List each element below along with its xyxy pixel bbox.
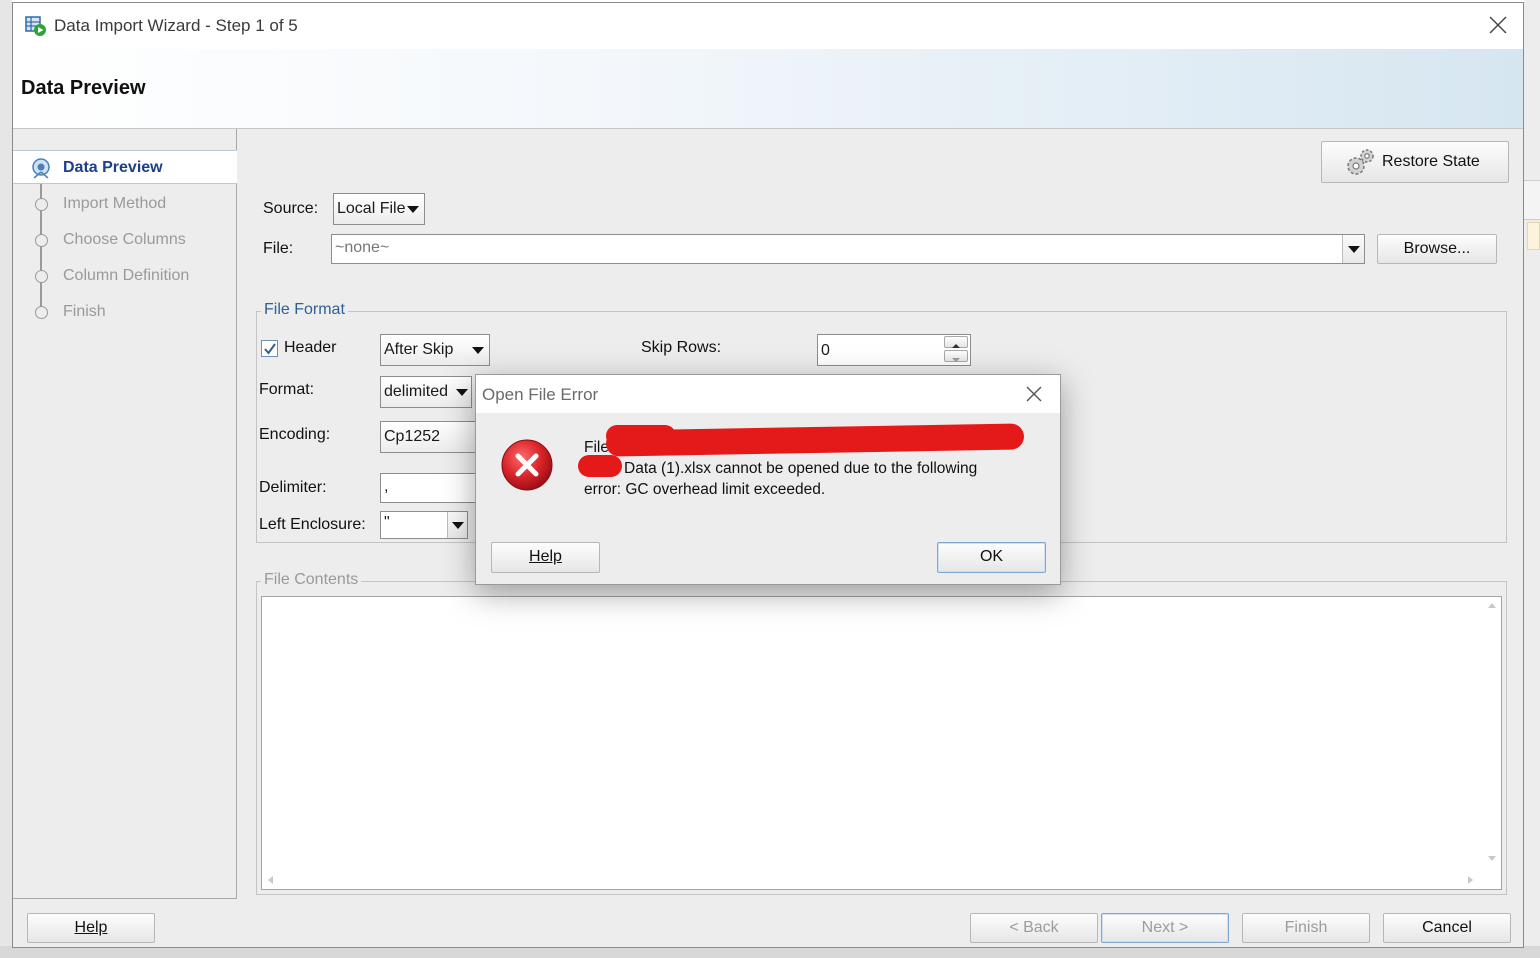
close-icon[interactable] — [1024, 384, 1044, 404]
step-node-icon — [35, 234, 48, 247]
source-label: Source: — [263, 200, 319, 217]
source-select[interactable]: Local File — [333, 193, 425, 225]
nav-step-label: Import Method — [63, 195, 167, 212]
redaction-mark — [578, 455, 622, 477]
encoding-label: Encoding: — [259, 426, 331, 443]
error-message-line-2: Data (1).xlsx cannot be opened due to th… — [624, 460, 978, 477]
title-bar: Data Import Wizard - Step 1 of 5 — [13, 3, 1523, 49]
left-enclosure-combo[interactable]: " — [380, 511, 468, 539]
back-button[interactable]: < Back — [970, 913, 1098, 943]
chevron-down-icon[interactable] — [1342, 235, 1364, 263]
nav-step-label: Data Preview — [63, 159, 163, 176]
scroll-right-icon[interactable] — [1467, 875, 1475, 885]
file-contents-preview[interactable] — [261, 596, 1502, 890]
help-label: Help — [74, 919, 108, 936]
left-enclosure-label: Left Enclosure: — [259, 516, 366, 533]
step-node-icon — [35, 306, 48, 319]
nav-step-finish[interactable]: Finish — [13, 295, 237, 329]
header-option-value: After Skip — [384, 341, 454, 358]
finish-button[interactable]: Finish — [1242, 913, 1370, 943]
next-button[interactable]: Next > — [1101, 913, 1229, 943]
finish-label: Finish — [1284, 919, 1328, 936]
background-app-strip — [0, 0, 12, 958]
checkmark-icon — [264, 343, 276, 355]
file-path-combo[interactable]: ~none~ — [331, 234, 1365, 264]
chevron-down-icon — [402, 194, 424, 224]
ok-button[interactable]: OK — [937, 542, 1046, 573]
background-panel — [1524, 180, 1540, 220]
window-title: Data Import Wizard - Step 1 of 5 — [54, 16, 298, 35]
chevron-down-icon[interactable] — [447, 512, 467, 538]
spinner-buttons — [944, 336, 968, 362]
cancel-label: Cancel — [1422, 919, 1472, 936]
next-label: Next > — [1141, 919, 1189, 936]
delimiter-value: , — [384, 478, 389, 495]
scroll-down-icon[interactable] — [1487, 855, 1497, 863]
window-close-icon[interactable] — [1487, 14, 1509, 36]
header-label: Header — [284, 339, 337, 356]
nav-step-choose-columns[interactable]: Choose Columns — [13, 223, 237, 257]
dialog-help-button[interactable]: Help — [491, 542, 600, 573]
scroll-up-icon[interactable] — [1487, 601, 1497, 609]
active-step-icon — [32, 158, 50, 179]
encoding-select[interactable]: Cp1252 — [380, 421, 480, 453]
background-app-right-strip — [1524, 0, 1540, 958]
step-header-banner: Data Preview — [13, 49, 1523, 129]
error-message-line-3: error: GC overhead limit exceeded. — [584, 481, 826, 498]
nav-step-data-preview[interactable]: Data Preview — [13, 150, 237, 184]
help-button[interactable]: Help — [27, 913, 155, 943]
file-format-title: File Format — [261, 301, 348, 319]
skip-rows-label: Skip Rows: — [641, 339, 722, 356]
chevron-down-icon — [952, 358, 960, 362]
format-value: delimited — [384, 383, 449, 400]
left-enclosure-value: " — [384, 514, 390, 531]
wizard-steps-nav: Data Preview Import Method Choose Column… — [13, 129, 237, 899]
chevron-down-icon — [467, 335, 489, 365]
error-x-icon — [501, 439, 553, 491]
scroll-left-icon[interactable] — [266, 875, 274, 885]
nav-step-label: Column Definition — [63, 267, 190, 284]
open-file-error-dialog: Open File Error File Data (1).xlsx canno… — [475, 374, 1061, 585]
chevron-down-icon — [451, 377, 471, 407]
restore-state-label: Restore State — [1382, 153, 1480, 170]
format-select[interactable]: delimited — [380, 376, 472, 408]
browse-button[interactable]: Browse... — [1377, 234, 1497, 264]
ok-label: OK — [979, 548, 1004, 565]
nav-step-column-definition[interactable]: Column Definition — [13, 259, 237, 293]
spin-up-button[interactable] — [944, 336, 968, 348]
nav-step-import-method[interactable]: Import Method — [13, 187, 237, 221]
spin-down-button[interactable] — [944, 350, 968, 362]
gears-icon — [1347, 149, 1374, 175]
delimiter-label: Delimiter: — [259, 479, 327, 496]
source-value: Local File — [337, 200, 406, 217]
dialog-title-bar: Open File Error — [476, 375, 1060, 413]
dialog-help-label: Help — [529, 548, 562, 565]
cancel-button[interactable]: Cancel — [1383, 913, 1511, 943]
file-label: File: — [263, 240, 294, 257]
step-node-icon — [35, 198, 48, 211]
encoding-value: Cp1252 — [384, 428, 441, 445]
background-panel-highlight — [1527, 222, 1540, 250]
restore-state-button[interactable]: Restore State — [1321, 141, 1509, 183]
delimiter-combo[interactable]: , — [380, 473, 480, 503]
header-checkbox[interactable] — [261, 340, 278, 357]
skip-rows-value: 0 — [821, 342, 830, 359]
format-label: Format: — [259, 381, 315, 398]
skip-rows-spinner[interactable]: 0 — [817, 334, 971, 366]
step-node-icon — [35, 270, 48, 283]
file-path-value: ~none~ — [335, 239, 390, 256]
nav-step-label: Finish — [63, 303, 106, 320]
redaction-mark — [606, 425, 676, 447]
page-title: Data Preview — [21, 77, 146, 99]
wizard-app-icon — [25, 16, 46, 36]
browse-label: Browse... — [1403, 240, 1471, 257]
header-option-select[interactable]: After Skip — [380, 334, 490, 366]
dialog-title: Open File Error — [482, 385, 599, 404]
nav-step-label: Choose Columns — [63, 231, 186, 248]
back-label: < Back — [1009, 919, 1059, 936]
file-contents-title: File Contents — [261, 571, 362, 589]
